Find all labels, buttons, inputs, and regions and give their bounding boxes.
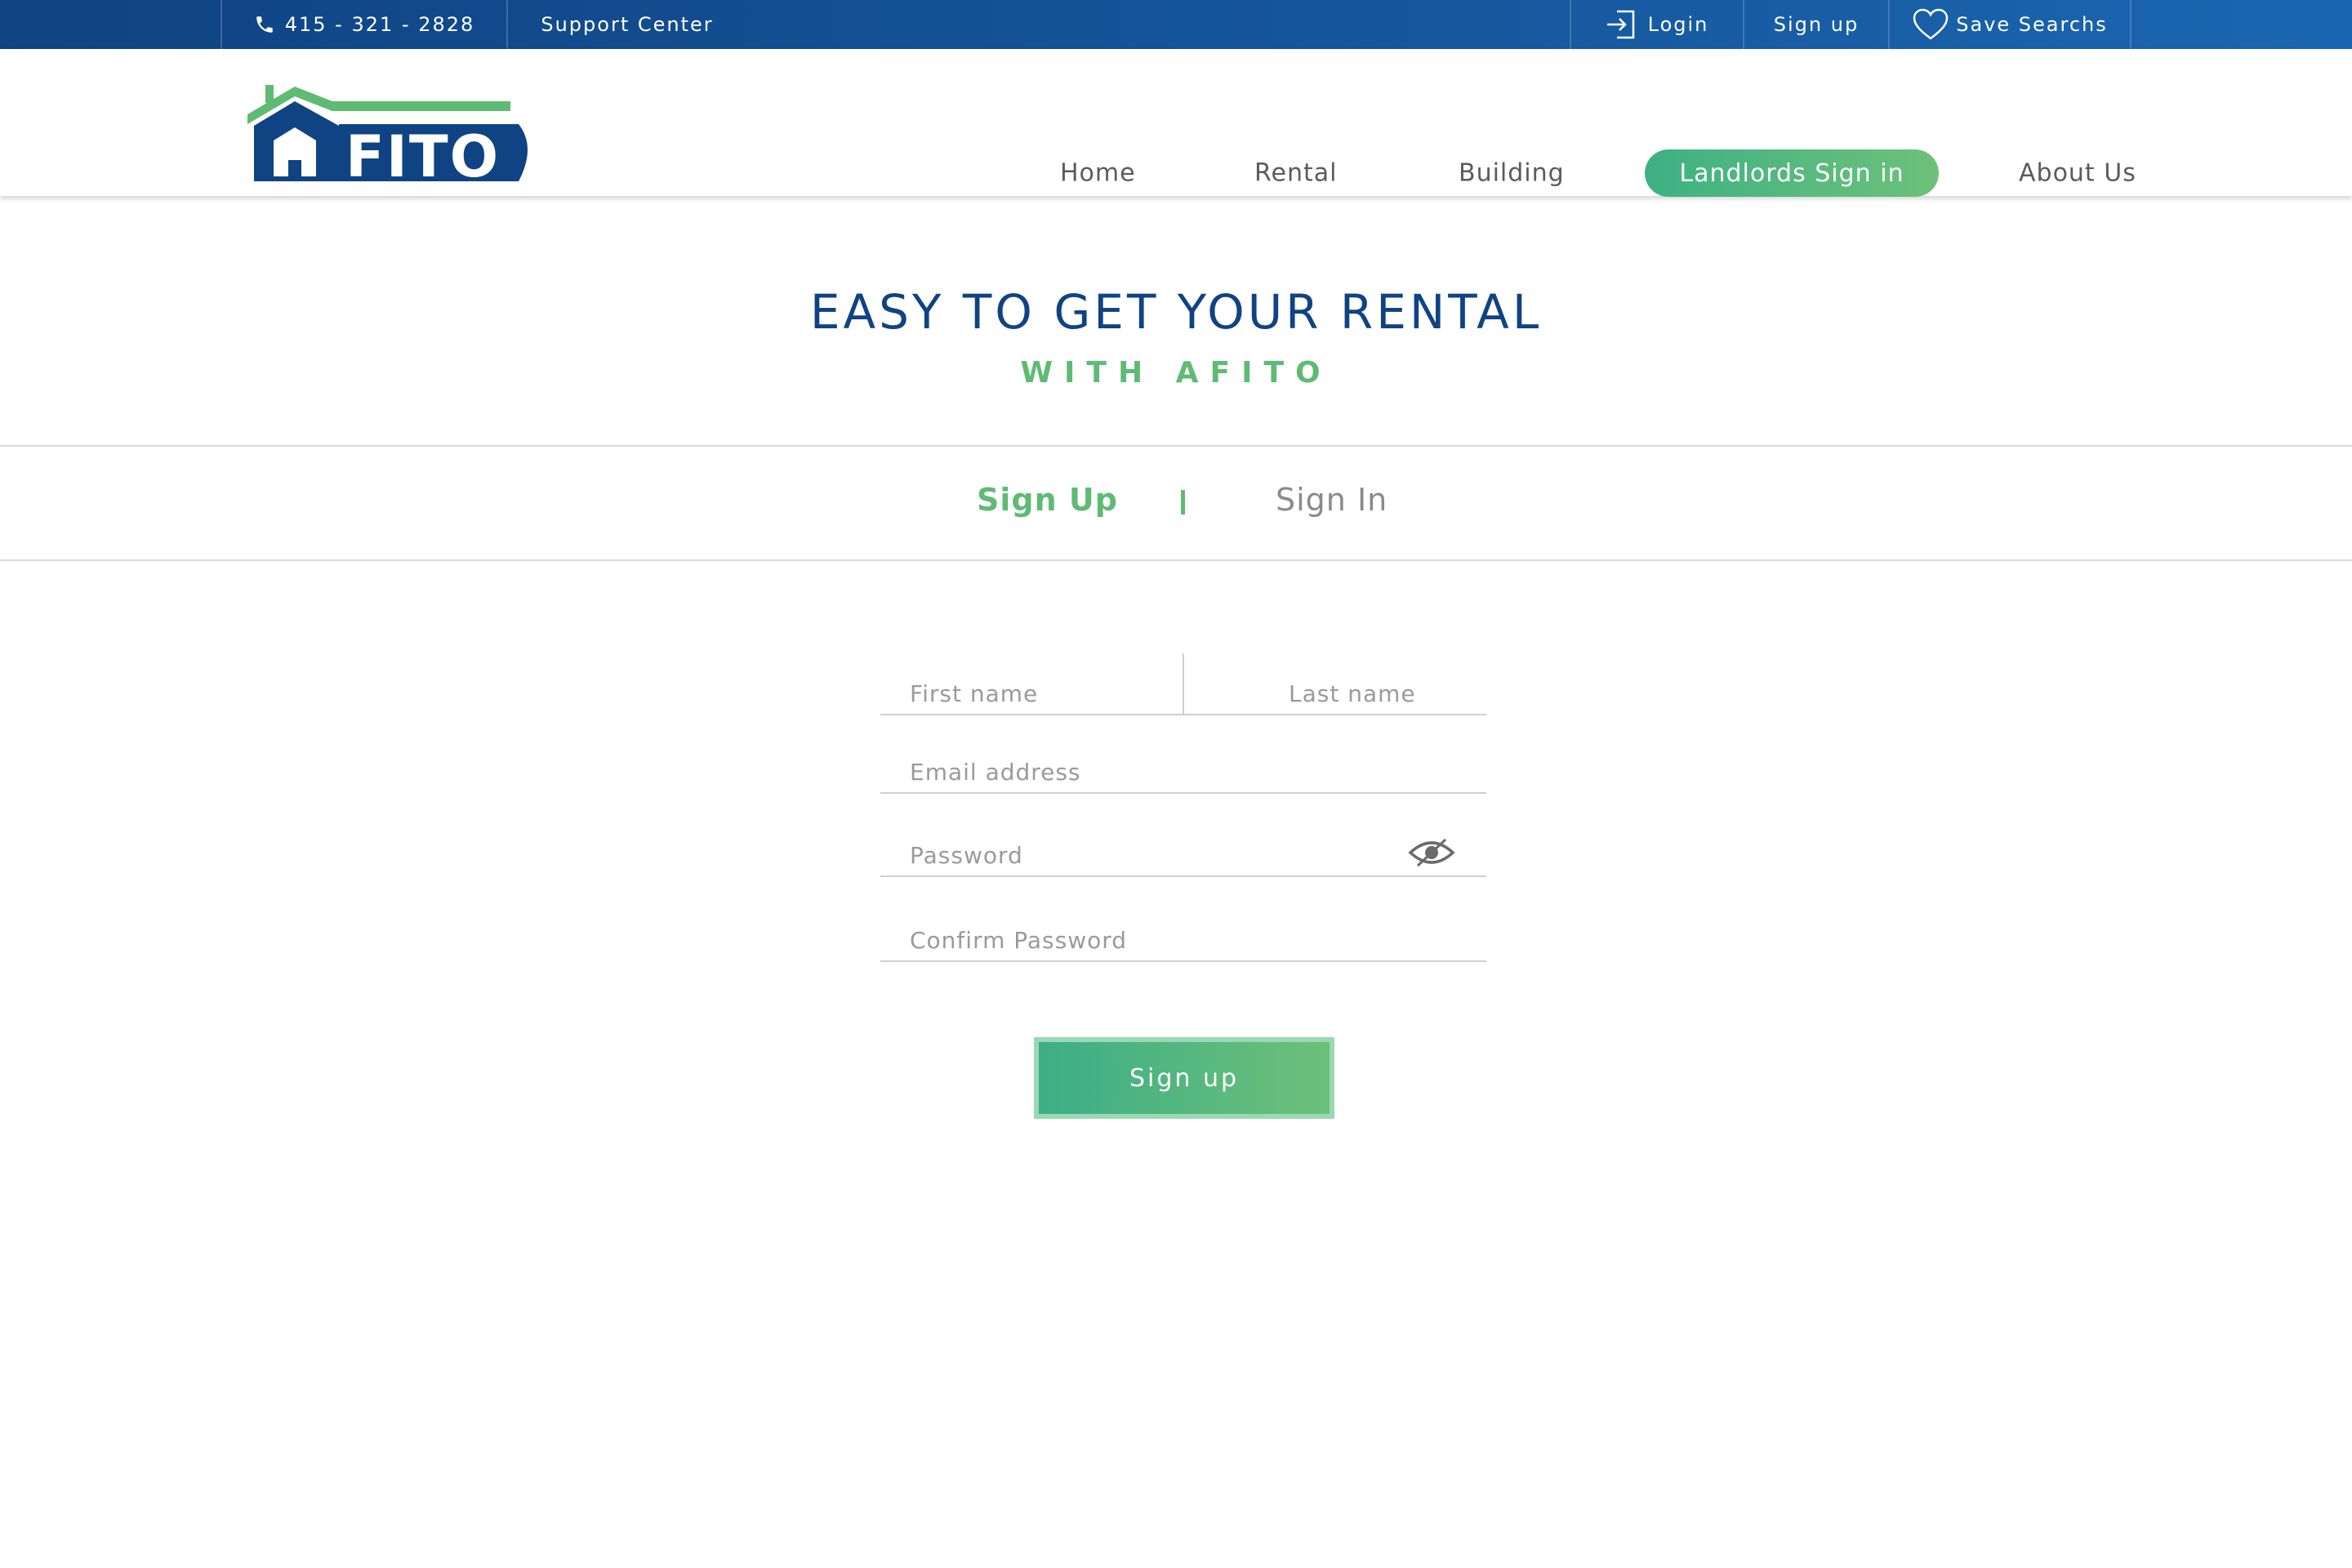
nav-home[interactable]: Home <box>1060 159 1136 188</box>
first-name-placeholder: First name <box>910 680 1039 707</box>
tabs-top-divider <box>0 445 2352 447</box>
nav-rental[interactable]: Rental <box>1254 159 1337 188</box>
confirm-password-field[interactable]: Confirm Password <box>880 910 1486 962</box>
topbar-signup-button[interactable]: Sign up <box>1743 0 1888 49</box>
phone-number: 415 - 321 - 2828 <box>284 13 475 36</box>
tab-sign-in[interactable]: Sign In <box>1276 482 1388 518</box>
email-field[interactable]: Email address <box>880 743 1486 794</box>
eye-icon[interactable] <box>1408 836 1455 869</box>
login-button[interactable]: Login <box>1570 0 1743 49</box>
login-label: Login <box>1647 13 1709 36</box>
phone-link[interactable]: 415 - 321 - 2828 <box>220 0 506 49</box>
password-placeholder: Password <box>910 842 1023 869</box>
first-name-field[interactable]: First name <box>880 653 1184 715</box>
svg-text:FITO: FITO <box>345 123 500 181</box>
heart-icon <box>1912 7 1949 42</box>
tab-sign-up[interactable]: Sign Up <box>977 482 1118 518</box>
tab-separator <box>1181 490 1185 514</box>
afito-logo[interactable]: FITO <box>241 67 535 190</box>
house-logo: FITO <box>247 85 528 190</box>
sign-up-submit-button[interactable]: Sign up <box>1034 1037 1334 1119</box>
last-name-field[interactable]: Last name <box>1183 653 1486 715</box>
password-field[interactable]: Password <box>880 825 1486 877</box>
tabs-bottom-divider <box>0 559 2352 561</box>
support-center-label: Support Center <box>541 13 714 36</box>
sign-up-submit-label: Sign up <box>1129 1063 1240 1093</box>
main-nav: FITO Home Rental Building Landlords Sign… <box>0 49 2352 197</box>
support-center-link[interactable]: Support Center <box>506 0 746 49</box>
page-subtitle: WITH AFITO <box>1020 356 1332 390</box>
nav-about-us[interactable]: About Us <box>2019 159 2136 188</box>
confirm-password-placeholder: Confirm Password <box>910 927 1128 954</box>
nav-building[interactable]: Building <box>1459 159 1565 188</box>
top-bar: 415 - 321 - 2828 Support Center Login Si… <box>0 0 2352 49</box>
phone-icon <box>254 14 275 35</box>
login-icon <box>1606 8 1637 41</box>
landlords-sign-in-label: Landlords Sign in <box>1679 158 1904 188</box>
last-name-placeholder: Last name <box>1289 680 1416 707</box>
save-searches-label: Save Searchs <box>1956 13 2108 36</box>
topbar-signup-label: Sign up <box>1773 13 1860 36</box>
email-placeholder: Email address <box>910 759 1081 786</box>
save-searches-button[interactable]: Save Searchs <box>1888 0 2132 49</box>
page-title: EASY TO GET YOUR RENTAL <box>809 284 1543 340</box>
landlords-sign-in-button[interactable]: Landlords Sign in <box>1645 149 1939 197</box>
